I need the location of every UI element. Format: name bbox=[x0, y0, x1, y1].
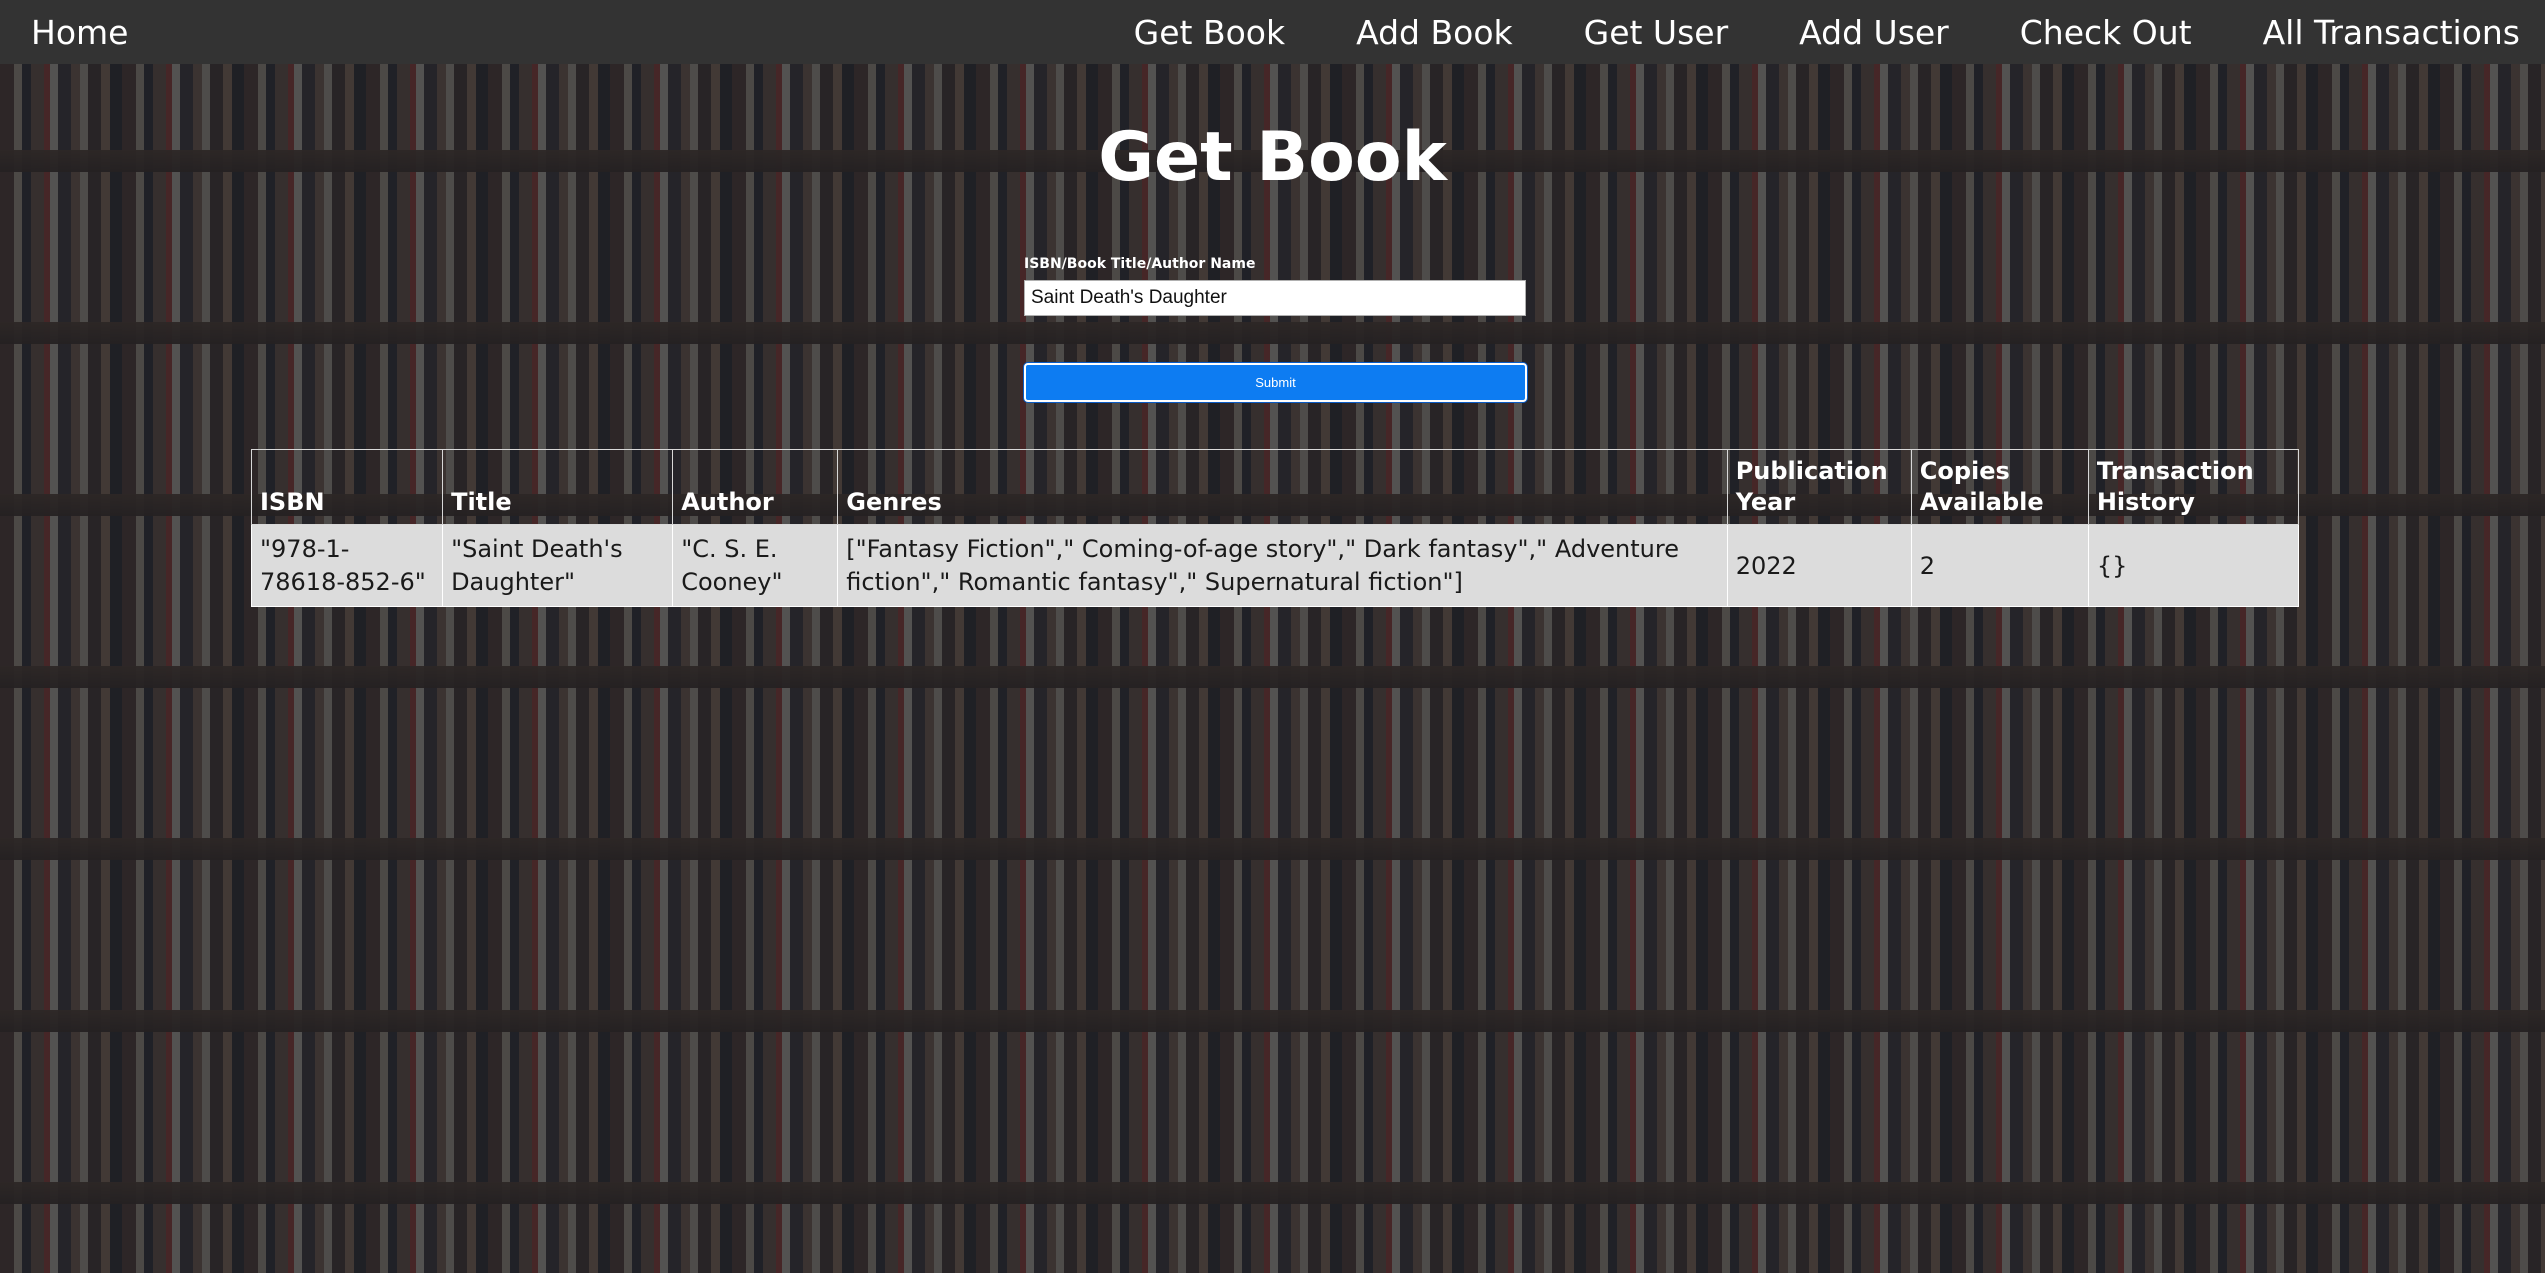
nav-get-user-link[interactable]: Get User bbox=[1584, 13, 1729, 52]
header-copies-available: Copies Available bbox=[1910, 448, 2089, 526]
page-title: Get Book bbox=[1098, 118, 1447, 197]
header-publication-year: Publication Year bbox=[1726, 448, 1912, 526]
submit-button[interactable]: Submit bbox=[1024, 363, 1527, 402]
table-row: "978-1-78618-852-6" "Saint Death's Daugh… bbox=[250, 524, 2300, 608]
nav-get-book-link[interactable]: Get Book bbox=[1134, 13, 1285, 52]
nav-check-out-link[interactable]: Check Out bbox=[2020, 13, 2192, 52]
search-input[interactable] bbox=[1024, 280, 1526, 316]
search-field-label: ISBN/Book Title/Author Name bbox=[1024, 256, 1256, 272]
top-navbar: Home Get Book Add Book Get User Add User… bbox=[0, 0, 2545, 64]
nav-all-transactions-link[interactable]: All Transactions bbox=[2263, 13, 2520, 52]
nav-home-link[interactable]: Home bbox=[31, 13, 128, 52]
nav-links: Get Book Add Book Get User Add User Chec… bbox=[1063, 13, 2520, 52]
header-genres: Genres bbox=[837, 448, 1728, 526]
cell-copies-available: 2 bbox=[1910, 524, 2089, 608]
header-isbn: ISBN bbox=[250, 448, 444, 526]
book-results-table: ISBN Title Author Genres Publication Yea… bbox=[250, 448, 2300, 608]
cell-transaction-history: {} bbox=[2087, 524, 2300, 608]
nav-add-book-link[interactable]: Add Book bbox=[1356, 13, 1513, 52]
cell-title: "Saint Death's Daughter" bbox=[442, 524, 674, 608]
nav-add-user-link[interactable]: Add User bbox=[1799, 13, 1949, 52]
table-header-row: ISBN Title Author Genres Publication Yea… bbox=[250, 448, 2300, 526]
cell-author: "C. S. E. Cooney" bbox=[672, 524, 839, 608]
cell-genres: ["Fantasy Fiction"," Coming-of-age story… bbox=[837, 524, 1728, 608]
cell-publication-year: 2022 bbox=[1726, 524, 1912, 608]
header-title: Title bbox=[442, 448, 674, 526]
get-book-form: ISBN/Book Title/Author Name Submit bbox=[1024, 256, 1527, 402]
header-author: Author bbox=[672, 448, 839, 526]
cell-isbn: "978-1-78618-852-6" bbox=[250, 524, 444, 608]
header-transaction-history: Transaction History bbox=[2087, 448, 2300, 526]
